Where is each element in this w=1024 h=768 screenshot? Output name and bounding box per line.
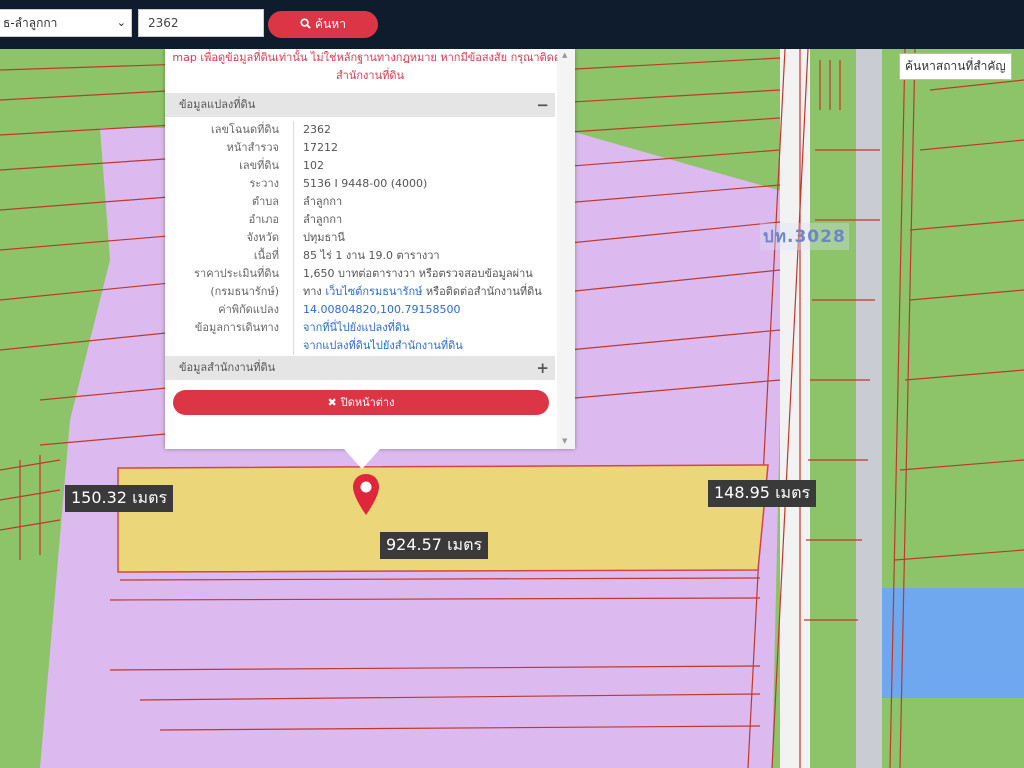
office-info-section-header[interactable]: ข้อมูลสำนักงานที่ดิน +: [165, 356, 555, 380]
info-row: จังหวัด ปทุมธานี: [165, 229, 555, 247]
chevron-down-icon: ⌄: [116, 16, 126, 29]
office-info-section-title: ข้อมูลสำนักงานที่ดิน: [179, 361, 276, 374]
road-route-label: ปท.3028: [760, 223, 849, 250]
info-label: ค่าพิกัดแปลง: [218, 303, 279, 316]
info-row: เลขโฉนดที่ดิน 2362: [165, 121, 555, 139]
popup-pointer: [344, 449, 380, 469]
landmark-search-button[interactable]: ค้นหาสถานที่สำคัญ: [899, 53, 1012, 80]
measurement-bottom-label: 924.57 เมตร: [380, 532, 489, 559]
info-label: อำเภอ: [248, 213, 279, 226]
info-label: ตำบล: [251, 195, 279, 208]
parcel-info-popup: map เพื่อดูข้อมูลที่ดินเท่านั้น ไม่ใช่หล…: [165, 49, 575, 449]
info-label: จังหวัด: [246, 231, 279, 244]
collapse-icon[interactable]: −: [536, 93, 549, 117]
location-pin-icon[interactable]: [352, 473, 380, 517]
info-value: ลำลูกกา: [303, 213, 343, 226]
close-popup-button[interactable]: ✖ ปิดหน้าต่าง: [173, 390, 549, 415]
info-row: เนื้อที่ 85 ไร่ 1 งาน 19.0 ตารางวา: [165, 247, 555, 265]
info-row: หน้าสำรวจ 17212: [165, 139, 555, 157]
info-value: 102: [303, 159, 324, 172]
disclaimer-notice: map เพื่อดูข้อมูลที่ดินเท่านั้น ไม่ใช่หล…: [172, 51, 568, 82]
measurement-right-label: 148.95 เมตร: [708, 480, 817, 507]
info-value-mixed: ทาง เว็บไซต์กรมธนารักษ์ หรือติดต่อสำนักง…: [303, 283, 542, 301]
measurement-left-label: 150.32 เมตร: [65, 485, 174, 512]
search-button[interactable]: ค้นหา: [268, 11, 378, 38]
parcel-info-section-title: ข้อมูลแปลงที่ดิน: [179, 98, 256, 111]
info-label: ข้อมูลการเดินทาง: [194, 321, 279, 334]
info-row: อำเภอ ลำลูกกา: [165, 211, 555, 229]
treasury-website-link[interactable]: เว็บไซต์กรมธนารักษ์: [325, 285, 422, 298]
info-value-suffix: หรือติดต่อสำนักงานที่ดิน: [425, 285, 542, 298]
deed-number-input[interactable]: 2362: [138, 9, 264, 37]
directions-to-parcel-link[interactable]: จากที่นี่ไปยังแปลงที่ดิน: [303, 319, 409, 337]
coordinates-link[interactable]: 14.00804820,100.79158500: [303, 301, 460, 319]
parcel-info-table: เลขโฉนดที่ดิน 2362 หน้าสำรวจ 17212 เลขที่ด…: [165, 121, 555, 355]
info-row: ระวาง 5136 I 9448-00 (4000): [165, 175, 555, 193]
road-band: [780, 49, 810, 768]
info-label: เนื้อที่: [253, 249, 279, 262]
directions-to-office-link[interactable]: จากแปลงที่ดินไปยังสำนักงานที่ดิน: [303, 337, 463, 355]
info-label: (กรมธนารักษ์): [210, 285, 279, 298]
info-row: ข้อมูลการเดินทาง จากที่นี่ไปยังแปลงที่ดิน: [165, 319, 555, 337]
info-row: เลขที่ดิน 102: [165, 157, 555, 175]
highway-band: [856, 49, 882, 768]
info-row: (กรมธนารักษ์) ทาง เว็บไซต์กรมธนารักษ์ หรื…: [165, 283, 555, 301]
info-label: หน้าสำรวจ: [226, 141, 279, 154]
info-value: 1,650 บาทต่อตารางวา หรือตรวจสอบข้อมูลผ่า…: [303, 267, 533, 280]
info-value: ลำลูกกา: [303, 195, 343, 208]
info-value: ปทุมธานี: [303, 231, 345, 244]
info-value: 85 ไร่ 1 งาน 19.0 ตารางวา: [303, 249, 440, 262]
location-select[interactable]: ธ-ลำลูกกา ⌄: [0, 9, 132, 37]
expand-icon[interactable]: +: [536, 356, 549, 380]
scroll-down-icon[interactable]: ▼: [562, 437, 567, 445]
info-label: เลขโฉนดที่ดิน: [211, 123, 279, 136]
info-value-prefix: ทาง: [303, 285, 322, 298]
close-popup-label: ปิดหน้าต่าง: [340, 396, 395, 409]
info-label: ราคาประเมินที่ดิน: [194, 267, 279, 280]
search-icon: [300, 18, 311, 29]
location-select-value: ธ-ลำลูกกา: [3, 16, 58, 30]
popup-scrollbar[interactable]: ▲ ▼: [557, 49, 575, 449]
search-button-label: ค้นหา: [315, 17, 346, 31]
info-row: ค่าพิกัดแปลง 14.00804820,100.79158500: [165, 301, 555, 319]
info-row: จากแปลงที่ดินไปยังสำนักงานที่ดิน: [165, 337, 555, 355]
info-value: 17212: [303, 141, 338, 154]
parcel-info-section-header[interactable]: ข้อมูลแปลงที่ดิน −: [165, 93, 555, 117]
info-row: ตำบล ลำลูกกา: [165, 193, 555, 211]
info-label: ระวาง: [249, 177, 279, 190]
info-value: 2362: [303, 123, 331, 136]
scroll-up-icon[interactable]: ▲: [562, 51, 567, 59]
info-row: ราคาประเมินที่ดิน 1,650 บาทต่อตารางวา หรื…: [165, 265, 555, 283]
info-label: เลขที่ดิน: [239, 159, 279, 172]
info-value: 5136 I 9448-00 (4000): [303, 177, 428, 190]
close-icon: ✖: [327, 396, 337, 409]
top-toolbar: ธ-ลำลูกกา ⌄ 2362 ค้นหา: [0, 0, 1024, 49]
